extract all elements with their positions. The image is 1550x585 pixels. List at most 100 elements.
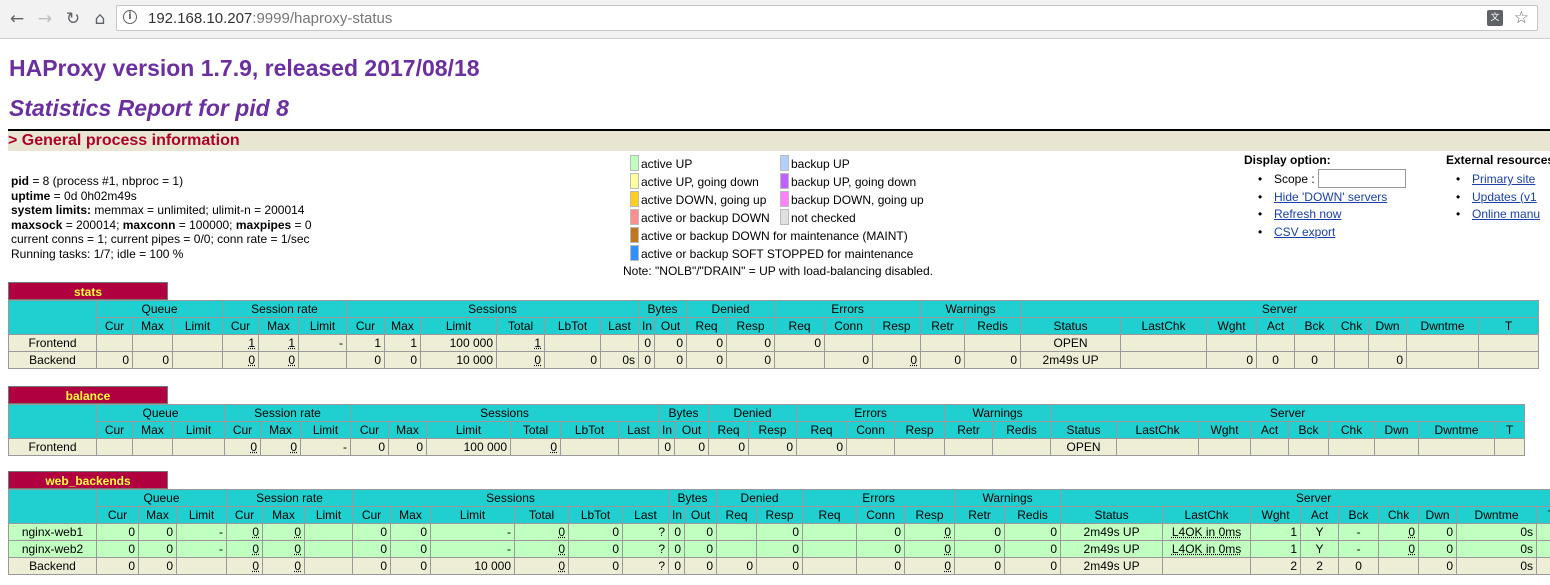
translate-icon[interactable]: 文 (1487, 10, 1503, 26)
forward-button[interactable]: → (34, 8, 56, 30)
table-cell-wrap (1328, 438, 1376, 456)
table-cell: 0s (622, 353, 636, 367)
proxy-name-stats[interactable]: stats (8, 282, 168, 300)
table-cell-wrap: 0 (954, 540, 1006, 558)
table-cell-wrap: 0 (684, 540, 718, 558)
table-cell-wrap (297, 351, 348, 369)
column-header: Cur (226, 506, 263, 524)
updates-link[interactable]: Updates (v1 (1472, 190, 1537, 204)
row-name[interactable]: nginx-web1 (8, 523, 97, 541)
column-header: Redis (1004, 506, 1062, 524)
column-header: Resp (872, 317, 922, 335)
back-button[interactable]: ← (6, 8, 28, 30)
csv-export-link[interactable]: CSV export (1274, 225, 1335, 239)
url-path: :9999/haproxy-status (252, 10, 393, 27)
column-group-header: Server (1050, 404, 1526, 422)
table-cell: 0 (590, 353, 598, 367)
column-header: Conn (856, 506, 906, 524)
table-cell-wrap: 0 (226, 557, 263, 575)
scope-input[interactable] (1318, 169, 1406, 188)
proxy-name-web-backends[interactable]: web_backends (8, 471, 168, 489)
table-cell-wrap: ? (622, 523, 670, 541)
online-manual-link[interactable]: Online manu (1472, 207, 1540, 221)
column-group-header: Errors (774, 300, 922, 318)
table-cell-wrap (1162, 557, 1252, 575)
primary-item: Primary site (1456, 171, 1540, 189)
table-row: Backend 0 0 0 0 0 0 10 000 0 0 0s 0 0 0 0 0 0 0 0 2m49s UP 0… (8, 351, 1540, 369)
table-cell-wrap: 0 (352, 557, 392, 575)
table-cell-wrap: 0 (262, 540, 305, 558)
page-subtitle: Statistics Report for pid 8 (9, 95, 289, 121)
column-group-header: Queue (96, 404, 225, 422)
hide-down-link[interactable]: Hide 'DOWN' servers (1274, 190, 1387, 204)
table-cell-wrap: 10 000 (430, 557, 516, 575)
table-cell: 2m49s UP (1042, 353, 1099, 367)
table-cell: 0 (944, 542, 952, 556)
arrow-right-icon: → (37, 9, 53, 29)
column-header: In (638, 317, 656, 335)
table-cell: 2m49s UP (1083, 525, 1140, 539)
column-header: Limit (426, 421, 512, 439)
table-cell: 2m49s UP (1083, 559, 1140, 573)
url-text[interactable]: 192.168.10.207:9999/haproxy-status (148, 10, 392, 27)
table-cell: 0 (166, 525, 173, 539)
column-header: Wght (1198, 421, 1252, 439)
balance-table: Queue Session rate Sessions Bytes Denied Erro… (8, 404, 1526, 456)
info-icon[interactable]: i (123, 10, 137, 24)
table-cell: 0 (166, 542, 173, 556)
column-header: In (658, 421, 676, 439)
table-cell-wrap: 0 (262, 557, 305, 575)
pid-value: = 8 (process #1, nbproc = 1) (29, 174, 184, 188)
table-cell-wrap: 1 (258, 334, 299, 352)
star-icon[interactable]: ☆ (1514, 8, 1529, 28)
legend-swatch (630, 227, 639, 243)
table-cell-wrap (618, 438, 660, 456)
table-cell-wrap: 2 (1300, 557, 1340, 575)
primary-site-link[interactable]: Primary site (1472, 172, 1535, 186)
table-cell: 1 (374, 336, 382, 350)
row-name[interactable]: nginx-web2 (8, 540, 97, 558)
table-cell-wrap (1256, 334, 1296, 352)
table-row: Frontend 1 1 - 1 1 100 000 1 0 0 0 0 0 OPEN (8, 334, 1540, 352)
refresh-link[interactable]: Refresh now (1274, 207, 1341, 221)
table-cell: 0 (1050, 525, 1058, 539)
row-name[interactable]: Frontend (8, 438, 97, 456)
table-cell-wrap (1198, 438, 1252, 456)
table-cell: 0 (894, 525, 902, 539)
table-cell: 0 (1446, 525, 1454, 539)
table-cell-wrap (1288, 438, 1330, 456)
reload-button[interactable]: ↻ (62, 8, 84, 30)
table-cell: 100 000 (463, 440, 508, 454)
table-cell-wrap (303, 523, 354, 541)
column-header: Limit (176, 506, 227, 524)
column-group-header: Warnings (954, 489, 1062, 507)
table-cell: 0 (128, 525, 135, 539)
table-cell-wrap: 0s (1456, 523, 1538, 541)
table-cell-wrap: 0 (654, 351, 688, 369)
table-cell: 0 (252, 559, 259, 573)
table-cell-wrap: OPEN (1050, 438, 1118, 456)
column-header: Status (1060, 506, 1164, 524)
column-group-header: Denied (708, 404, 798, 422)
scope-item: Scope : (1258, 169, 1406, 189)
table-cell: 0 (1246, 353, 1254, 367)
column-group-header: Denied (686, 300, 776, 318)
table-cell: 0 (836, 440, 844, 454)
column-header: Limit (297, 317, 348, 335)
arrow-left-icon: ← (9, 9, 25, 29)
column-header: Limit (299, 421, 352, 439)
table-cell-wrap: 0 (514, 557, 570, 575)
home-button[interactable]: ⌂ (89, 8, 111, 30)
row-name[interactable]: Backend (8, 557, 97, 575)
proxy-name-balance[interactable]: balance (8, 386, 168, 404)
row-name[interactable]: Frontend (8, 334, 97, 352)
table-cell-wrap (1368, 334, 1408, 352)
row-name[interactable]: Backend (8, 351, 97, 369)
table-cell-wrap: 0 (1206, 351, 1258, 369)
column-header: Chk (1378, 506, 1420, 524)
column-header: LbTot (544, 317, 602, 335)
table-cell-wrap: 0 (684, 557, 718, 575)
address-bar[interactable]: i 192.168.10.207:9999/haproxy-status 文 ☆ (116, 5, 1538, 31)
column-header: Req (774, 317, 826, 335)
column-header: Max (384, 317, 422, 335)
